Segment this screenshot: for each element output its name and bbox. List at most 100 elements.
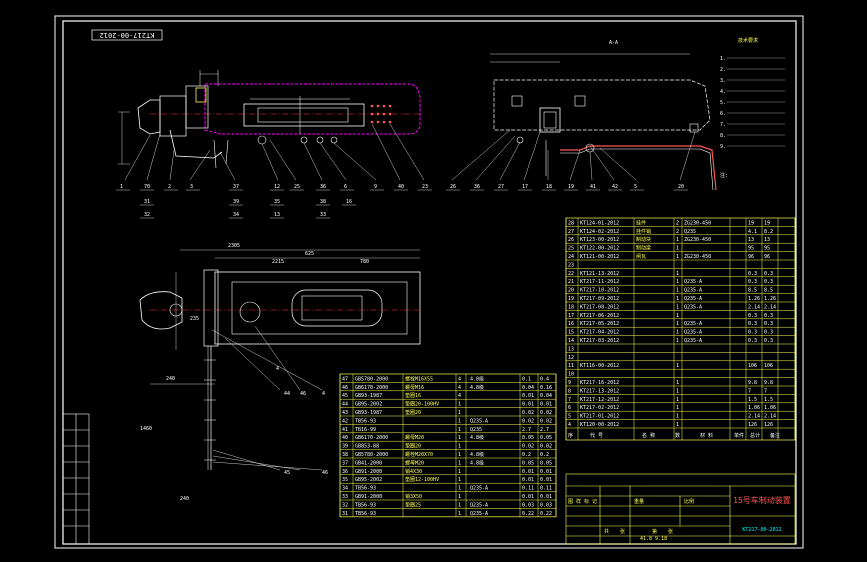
- callout-label: 46: [322, 470, 328, 476]
- part-code: KT217-03-2012: [580, 338, 619, 344]
- table-header-cell: 总计: [750, 432, 760, 439]
- drawing-number-rotated: KT217-00-2012: [100, 31, 155, 39]
- part-code: KT217-05-2012: [580, 321, 619, 327]
- part-qty: 1: [676, 288, 679, 294]
- main-view-elevation: [118, 70, 425, 181]
- part-qty: 1: [676, 422, 679, 428]
- part-code: KT123-00-2012: [580, 237, 619, 243]
- callout-label: 6: [344, 184, 347, 190]
- part-name: 垫圈25: [405, 501, 421, 508]
- sheet-cells: 共张第张: [604, 528, 673, 535]
- part-unit-weight: 106: [748, 363, 757, 369]
- drawing-date: 41.8 9.18: [640, 536, 667, 542]
- part-name: 垫圈16: [405, 392, 421, 399]
- part-number: 12: [568, 355, 574, 361]
- part-total-weight: 2.7: [540, 427, 549, 433]
- callout-label: 3: [190, 184, 193, 190]
- callouts-top-left-row2: 31 39 35 38 16: [140, 199, 356, 206]
- technical-notes: 技术要求 1. 2. 3. 4. 5. 6. 7. 8. 9. 注:: [720, 37, 785, 179]
- part-code: KT217-10-2012: [580, 288, 619, 294]
- part-code: GB5780-2000: [355, 452, 388, 458]
- part-qty: 1: [676, 254, 679, 260]
- part-unit-weight: 2.7: [522, 427, 531, 433]
- part-unit-weight: 0.01: [522, 469, 534, 475]
- part-unit-weight: 95: [748, 246, 754, 252]
- callout-label: 38: [320, 199, 326, 205]
- note-line: 8.: [720, 133, 726, 139]
- part-unit-weight: 4.1: [748, 229, 757, 235]
- part-material: Q235-A: [684, 288, 702, 294]
- part-material: Q235-A: [684, 296, 702, 302]
- part-material: 4.8级: [470, 434, 484, 441]
- part-total-weight: 0.03: [540, 502, 552, 508]
- part-unit-weight: 2.14: [748, 304, 760, 310]
- part-total-weight: 0.2: [540, 452, 549, 458]
- callout-label: 37: [233, 184, 239, 190]
- part-unit-weight: 0.05: [522, 460, 534, 466]
- part-qty: 1: [458, 460, 461, 466]
- part-unit-weight: 0.3: [748, 279, 757, 285]
- note-line: 9.: [720, 144, 726, 150]
- note-line: 2.: [720, 67, 726, 73]
- drawing-number-rotated-box: KT217-00-2012: [91, 29, 163, 41]
- dimension-value: 2305: [228, 243, 240, 249]
- note-line: 7.: [720, 122, 726, 128]
- part-qty: 1: [676, 330, 679, 336]
- part-code: KT217-12-2012: [580, 397, 619, 403]
- callout-label: 41: [590, 184, 596, 190]
- callout-label: 44: [284, 391, 290, 397]
- part-total-weight: 0.22: [540, 511, 552, 517]
- part-number: 19: [568, 296, 574, 302]
- callout-label: 36: [474, 184, 480, 190]
- part-unit-weight: 9.8: [748, 380, 757, 386]
- part-qty: 1: [676, 397, 679, 403]
- callout-label: 31: [144, 199, 150, 205]
- part-unit-weight: 0.11: [522, 486, 534, 492]
- part-number: 23: [568, 262, 574, 268]
- table-header-cell: 备注: [770, 432, 780, 439]
- part-unit-weight: 0.3: [748, 271, 757, 277]
- part-unit-weight: 0.3: [748, 338, 757, 344]
- part-name: 销4X30: [405, 468, 422, 475]
- part-material: ZG230-450: [684, 254, 711, 260]
- part-qty: 1: [676, 246, 679, 252]
- callout-label: 45: [284, 470, 290, 476]
- callout-label: 46: [300, 391, 306, 397]
- part-unit-weight: 0.3: [748, 321, 757, 327]
- part-number: 13: [568, 346, 574, 352]
- callouts-top-left: 1 70 2 3 37 12 25 36 6 9 40 23: [116, 184, 432, 191]
- part-unit-weight: 0.2: [522, 452, 531, 458]
- note-line: 3.: [720, 78, 726, 84]
- callout-label: 26: [450, 184, 456, 190]
- part-number: 44: [342, 402, 348, 408]
- part-material: Q235-A: [684, 330, 702, 336]
- part-number: 10: [568, 372, 574, 378]
- part-qty: 1: [676, 338, 679, 344]
- part-total-weight: 0.3: [764, 313, 773, 319]
- part-name: 制动梁: [636, 245, 651, 252]
- callout-label: 4: [322, 391, 325, 397]
- part-material: Q235-A: [684, 321, 702, 327]
- part-total-weight: 96: [764, 254, 770, 260]
- callout-label: 4: [276, 366, 279, 372]
- part-material: Q235: [684, 229, 696, 235]
- part-total-weight: 19: [764, 220, 770, 226]
- part-total-weight: 0.16: [540, 385, 552, 391]
- part-total-weight: 0.02: [540, 444, 552, 450]
- part-unit-weight: 96: [748, 254, 754, 260]
- part-total-weight: 2.14: [764, 304, 776, 310]
- part-code: TB56-93: [355, 511, 376, 517]
- part-total-weight: 0.11: [540, 486, 552, 492]
- part-number: 25: [568, 246, 574, 252]
- drawing-title: 15号车制动装置: [733, 495, 791, 505]
- part-number: 16: [568, 321, 574, 327]
- part-material: Q235-A: [470, 486, 488, 492]
- part-number: 39: [342, 444, 348, 450]
- part-name: 螺母M20: [405, 459, 424, 466]
- part-qty: 1: [458, 494, 461, 500]
- cad-viewport[interactable]: KT217-00-2012 1 70 2 3 37 12 25 36 6 9 4…: [0, 0, 867, 562]
- dimension-value: 780: [360, 259, 369, 265]
- callouts-top-left-row3: 32 34 13 33: [140, 212, 330, 219]
- title-block-cell: 张: [668, 528, 673, 535]
- part-name: 螺母M16: [405, 384, 424, 391]
